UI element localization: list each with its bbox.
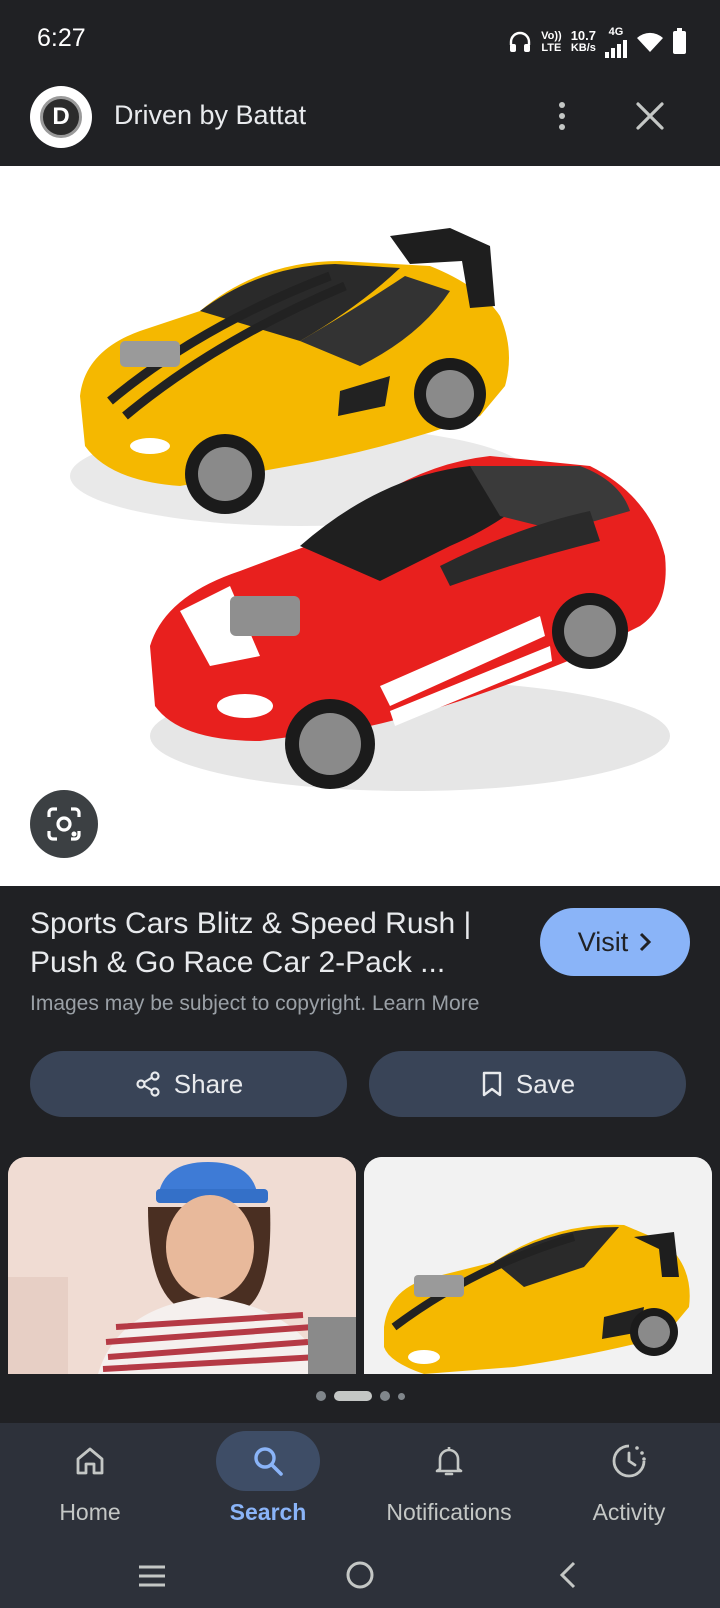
volte-bottom: LTE [541, 42, 562, 54]
source-logo-letter: D [40, 96, 82, 138]
volte-indicator: Vo)) LTE [541, 30, 562, 54]
bell-icon [435, 1447, 463, 1476]
nav-icon-container [577, 1431, 681, 1491]
product-image [70, 228, 670, 791]
lens-search-button[interactable] [30, 790, 98, 858]
bookmark-icon [482, 1071, 502, 1097]
system-navigation-bar [0, 1545, 720, 1608]
wifi-icon [637, 32, 663, 52]
viewer-header: D Driven by Battat [0, 80, 720, 166]
nav-item-search[interactable]: Search [178, 1431, 358, 1541]
nav-icon-container [38, 1431, 142, 1491]
recent-apps-icon[interactable] [136, 1562, 168, 1590]
save-label: Save [515, 1068, 576, 1099]
chevron-right-icon [640, 932, 652, 952]
source-logo[interactable]: D [30, 86, 92, 148]
status-icons: Vo)) LTE 10.7 KB/s 4G [508, 26, 686, 58]
source-title[interactable]: Driven by Battat [114, 100, 306, 131]
nav-label-home: Home [59, 1499, 121, 1525]
related-thumbnail[interactable] [364, 1157, 712, 1374]
speed-unit: KB/s [570, 42, 596, 54]
nav-label-notifications: Notifications [386, 1499, 512, 1525]
share-icon [136, 1071, 160, 1097]
back-icon[interactable] [556, 1559, 580, 1591]
save-button[interactable]: Save [369, 1051, 686, 1117]
related-image-yellow-car [364, 1157, 712, 1374]
main-image[interactable] [0, 166, 720, 886]
activity-icon [612, 1444, 646, 1478]
google-lens-icon [47, 807, 81, 841]
pager-dot-active [333, 1391, 372, 1401]
signal-icon [605, 38, 627, 58]
related-image-child [8, 1157, 356, 1374]
close-icon[interactable] [632, 98, 668, 134]
share-label: Share [173, 1068, 244, 1099]
nav-item-notifications[interactable]: Notifications [359, 1431, 539, 1541]
bottom-navigation: Home Search Notifications Activity [0, 1423, 720, 1545]
share-button[interactable]: Share [30, 1051, 347, 1117]
status-bar: 6:27 Vo)) LTE 10.7 KB/s 4G [0, 0, 720, 80]
headphones-icon [509, 31, 531, 52]
nav-item-activity[interactable]: Activity [539, 1431, 719, 1541]
nav-label-activity: Activity [592, 1499, 666, 1525]
related-thumbnail[interactable] [8, 1157, 356, 1374]
more-options-button[interactable] [546, 96, 578, 136]
nav-item-home[interactable]: Home [0, 1431, 180, 1541]
network-type: 4G [605, 26, 627, 58]
visit-button[interactable]: Visit [540, 908, 690, 976]
pager-dot [379, 1391, 390, 1401]
network-speed: 10.7 KB/s [570, 28, 596, 54]
pager-dots [0, 1391, 720, 1401]
home-icon [76, 1447, 104, 1475]
home-button-icon[interactable] [344, 1559, 376, 1591]
more-vert-icon [559, 102, 565, 108]
visit-label: Visit [577, 926, 629, 957]
pager-dot [315, 1391, 326, 1401]
nav-icon-container [397, 1431, 501, 1491]
copyright-notice[interactable]: Images may be subject to copyright. Lear… [30, 992, 479, 1016]
status-time: 6:27 [37, 24, 86, 52]
volte-top: Vo)) [541, 30, 562, 42]
nav-label-search: Search [229, 1499, 307, 1525]
result-title[interactable]: Sports Cars Blitz & Speed Rush | Push & … [30, 904, 500, 982]
network-label: 4G [608, 26, 624, 38]
search-icon [254, 1447, 283, 1476]
nav-icon-container [216, 1431, 320, 1491]
pager-dot [397, 1392, 405, 1400]
battery-icon [673, 27, 686, 54]
speed-value: 10.7 [570, 28, 596, 43]
